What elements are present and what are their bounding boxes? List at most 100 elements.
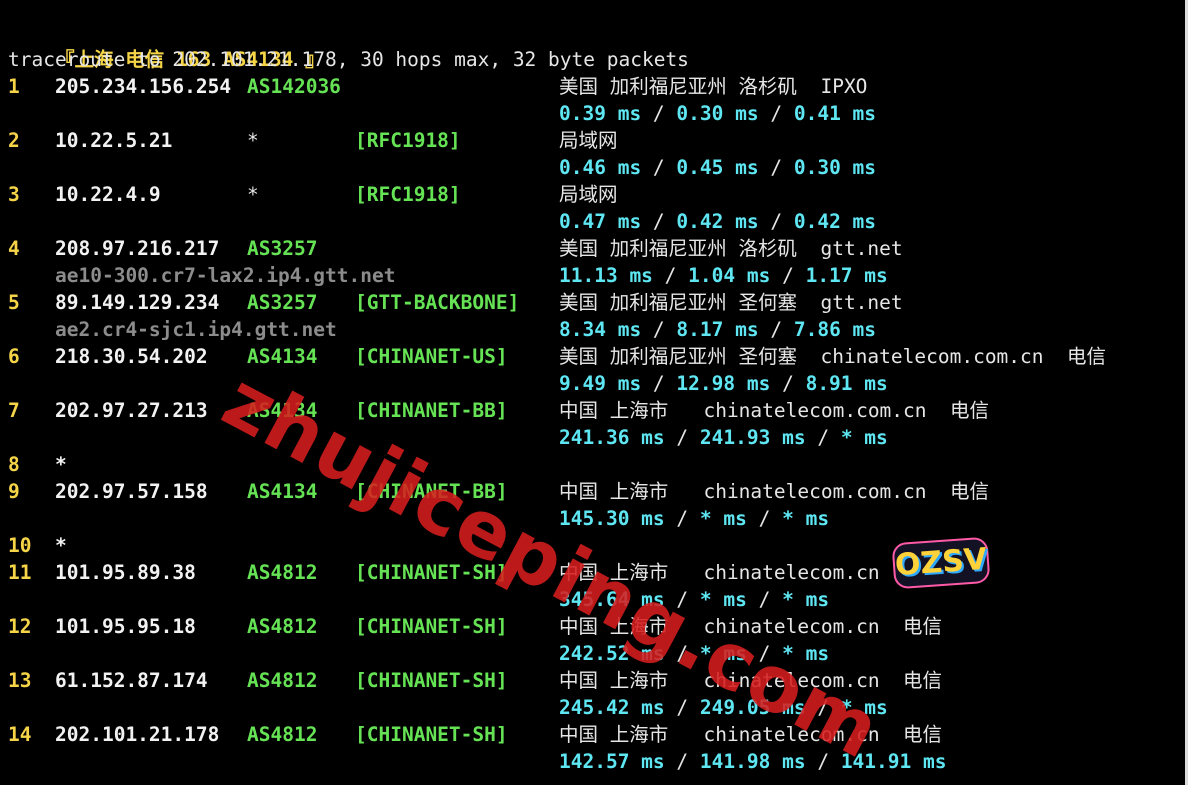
hop-geo: 中国 上海市 chinatelecom.com.cn 电信 (559, 399, 989, 422)
hop-rtt: 242.52 ms / * ms / * ms (559, 640, 829, 667)
rtt-value: 345.64 ms (559, 588, 665, 611)
rtt-value: 1.04 ms (688, 264, 771, 287)
hop-network: [CHINANET-BB] (355, 399, 508, 422)
rtt-separator: / (664, 426, 700, 449)
rtt-separator: / (641, 318, 677, 341)
rtt-value: 0.42 ms (793, 210, 877, 233)
hop-ip: * (55, 534, 67, 557)
hop-rdns: ae2.cr4-sjc1.ip4.gtt.net (55, 318, 337, 341)
rtt-separator: / (664, 750, 700, 773)
hop-number: 10 (8, 534, 32, 557)
hop-number: 2 (8, 129, 20, 152)
hop-rtt: 11.13 ms / 1.04 ms / 1.17 ms (559, 262, 888, 289)
rtt-separator: / (746, 642, 783, 665)
rtt-value: * ms (699, 588, 747, 611)
rtt-value: * ms (782, 507, 830, 530)
rtt-separator: / (641, 210, 677, 233)
rtt-separator: / (746, 588, 783, 611)
rtt-separator: / (641, 372, 677, 395)
hop-rdns: ae10-300.cr7-lax2.ip4.gtt.net (55, 264, 396, 287)
rtt-value: * ms (782, 588, 830, 611)
rtt-value: 0.30 ms (793, 156, 877, 179)
hop-ip: * (55, 453, 67, 476)
rtt-separator: / (805, 750, 841, 773)
hop-asn: AS4134 (247, 399, 318, 422)
hop-asn: AS4812 (247, 615, 318, 638)
hop-network: [CHINANET-US] (355, 345, 508, 368)
hop-network: [CHINANET-SH] (355, 723, 508, 746)
rtt-value: 8.17 ms (676, 318, 759, 341)
hop-geo: 中国 上海市 chinatelecom.cn 电信 (559, 669, 943, 692)
rtt-value: 11.13 ms (559, 264, 653, 287)
ozsv-badge-logo: OZSV (891, 536, 991, 590)
hop-network: [GTT-BACKBONE] (355, 291, 520, 314)
rtt-value: 9.49 ms (559, 372, 642, 395)
rtt-value: 141.91 ms (840, 750, 947, 773)
rtt-value: 0.46 ms (559, 156, 642, 179)
rtt-value: * ms (699, 642, 747, 665)
rtt-value: 8.34 ms (559, 318, 642, 341)
hop-network: [RFC1918] (355, 183, 461, 206)
hop-geo: 美国 加利福尼亚州 洛杉矶 IPXO (559, 75, 868, 98)
rtt-separator: / (805, 426, 841, 449)
rtt-separator: / (641, 156, 677, 179)
hop-ip: 101.95.89.38 (55, 561, 196, 584)
hop-number: 14 (8, 723, 32, 746)
rtt-value: 242.52 ms (559, 642, 665, 665)
hop-rtt: 0.47 ms / 0.42 ms / 0.42 ms (559, 208, 876, 235)
hop-number: 9 (8, 480, 20, 503)
hop-ip: 202.97.27.213 (55, 399, 208, 422)
hop-network: [RFC1918] (355, 129, 461, 152)
rtt-separator: / (664, 696, 700, 719)
rtt-value: 249.05 ms (699, 696, 806, 719)
hop-rtt: 345.64 ms / * ms / * ms (559, 586, 829, 613)
hop-ip: 202.101.21.178 (55, 723, 220, 746)
rtt-value: 245.42 ms (559, 696, 665, 719)
header-line: 『上海 电信 163 AS4134 』 (8, 19, 325, 71)
rtt-value: 12.98 ms (676, 372, 771, 395)
rtt-value: 0.47 ms (559, 210, 642, 233)
hop-rtt: 241.36 ms / 241.93 ms / * ms (559, 424, 888, 451)
hop-number: 5 (8, 291, 20, 314)
hop-network: [CHINANET-BB] (355, 480, 508, 503)
hop-geo: 中国 上海市 chinatelecom.cn (559, 561, 880, 584)
rtt-value: 0.41 ms (793, 102, 877, 125)
hop-rtt: 0.39 ms / 0.30 ms / 0.41 ms (559, 100, 876, 127)
hop-rtt: 245.42 ms / 249.05 ms / * ms (559, 694, 888, 721)
rtt-separator: / (805, 696, 841, 719)
rtt-value: 241.93 ms (699, 426, 806, 449)
hop-asn: AS3257 (247, 237, 318, 260)
hop-geo: 中国 上海市 chinatelecom.cn 电信 (559, 615, 943, 638)
rtt-value: 142.57 ms (559, 750, 665, 773)
hop-number: 11 (8, 561, 32, 584)
hop-ip: 10.22.5.21 (55, 129, 173, 152)
hop-asn: AS4812 (247, 669, 318, 692)
hop-rtt: 145.30 ms / * ms / * ms (559, 505, 829, 532)
hop-ip: 208.97.216.217 (55, 237, 220, 260)
rtt-separator: / (758, 318, 794, 341)
hop-number: 13 (8, 669, 32, 692)
hop-geo: 美国 加利福尼亚州 圣何塞 chinatelecom.com.cn 电信 (559, 345, 1106, 368)
terminal-window[interactable]: 『上海 电信 163 AS4134 』 traceroute to 202.10… (0, 0, 1188, 785)
rtt-value: 0.39 ms (559, 102, 642, 125)
hop-ip: 218.30.54.202 (55, 345, 208, 368)
hop-network: [CHINANET-SH] (355, 669, 508, 692)
hop-number: 12 (8, 615, 32, 638)
hop-number: 8 (8, 453, 20, 476)
rtt-separator: / (758, 210, 794, 233)
hop-ip: 202.97.57.158 (55, 480, 208, 503)
rtt-separator: / (758, 102, 794, 125)
hop-rtt: 0.46 ms / 0.45 ms / 0.30 ms (559, 154, 876, 181)
hop-number: 1 (8, 75, 20, 98)
hop-network: [CHINANET-SH] (355, 615, 508, 638)
hop-geo: 美国 加利福尼亚州 圣何塞 gtt.net (559, 291, 903, 314)
hop-number: 7 (8, 399, 20, 422)
hop-ip: 101.95.95.18 (55, 615, 196, 638)
hop-number: 3 (8, 183, 20, 206)
hop-geo: 中国 上海市 chinatelecom.com.cn 电信 (559, 480, 989, 503)
rtt-value: 241.36 ms (559, 426, 665, 449)
rtt-separator: / (758, 156, 794, 179)
hop-asn: AS3257 (247, 291, 318, 314)
hop-number: 4 (8, 237, 20, 260)
hop-rtt: 8.34 ms / 8.17 ms / 7.86 ms (559, 316, 876, 343)
